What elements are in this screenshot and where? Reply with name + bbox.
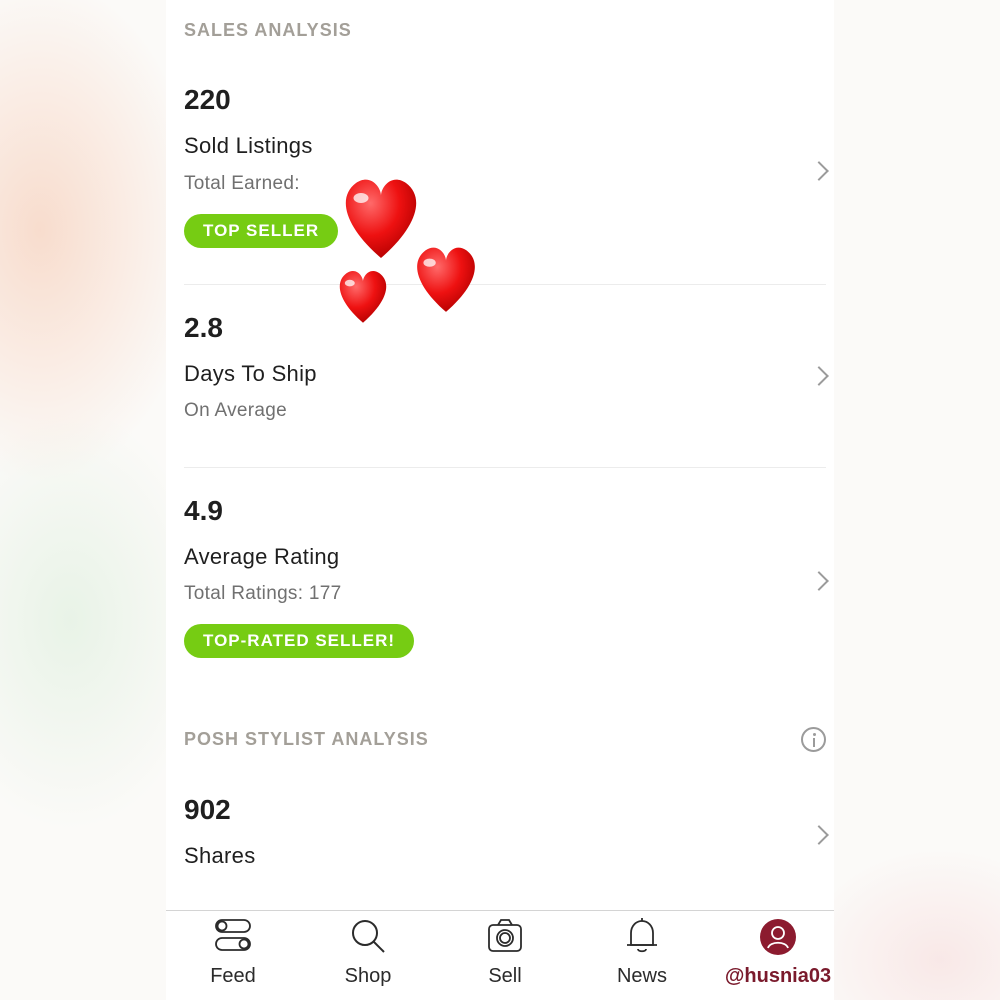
chevron-right-icon (809, 825, 829, 845)
posh-stylist-analysis-header: POSH STYLIST ANALYSIS (184, 729, 429, 749)
shares-row[interactable]: 902 Shares (166, 768, 834, 908)
shares-title: Shares (184, 843, 256, 868)
tab-profile[interactable]: @husnia03 (713, 911, 834, 1000)
tab-shop[interactable]: Shop (303, 911, 433, 1000)
camera-icon (488, 919, 522, 952)
bell-icon (627, 918, 657, 953)
feed-icon (215, 919, 251, 951)
tab-feed-label: Feed (210, 965, 256, 987)
chevron-right-icon (809, 366, 829, 386)
search-icon (352, 920, 385, 953)
tab-sell-label: Sell (488, 965, 522, 987)
average-rating-title: Average Rating (184, 544, 340, 569)
tab-shop-label: Shop (344, 965, 392, 987)
heart-sticker (345, 179, 417, 258)
average-rating-row[interactable]: 4.9 Average Rating Total Ratings: 177 TO… (166, 468, 834, 694)
average-rating-value: 4.9 (184, 495, 223, 526)
tab-news[interactable]: News (577, 911, 707, 1000)
tab-sell[interactable]: Sell (440, 911, 570, 1000)
chevron-right-icon (809, 571, 829, 591)
tab-profile-label: @husnia03 (724, 965, 832, 987)
total-earned-label: Total Earned: (184, 173, 300, 194)
heart-sticker (339, 271, 387, 323)
on-average-label: On Average (184, 400, 288, 421)
days-to-ship-value: 2.8 (184, 312, 223, 343)
total-ratings-label: Total Ratings: 177 (184, 583, 342, 604)
sold-listings-value: 220 (184, 84, 231, 115)
stats-screen: SALES ANALYSIS 220 Sold Listings Total E… (166, 0, 834, 1000)
tab-news-label: News (616, 965, 667, 987)
sales-analysis-header: SALES ANALYSIS (184, 20, 352, 40)
shares-value: 902 (184, 794, 231, 825)
tab-feed[interactable]: Feed (168, 911, 298, 1000)
heart-sticker (417, 247, 475, 312)
bottom-tab-bar: Feed Shop Sell News @husnia03 (166, 910, 834, 1000)
user-icon (767, 926, 789, 949)
info-icon[interactable] (801, 727, 826, 752)
days-to-ship-title: Days To Ship (184, 361, 317, 386)
sold-listings-title: Sold Listings (184, 133, 313, 158)
top-rated-seller-badge: TOP-RATED SELLER! (184, 624, 415, 658)
chevron-right-icon (809, 161, 829, 181)
profile-avatar (760, 919, 796, 955)
heart-stickers (339, 179, 475, 323)
top-seller-badge: TOP SELLER (184, 214, 339, 248)
